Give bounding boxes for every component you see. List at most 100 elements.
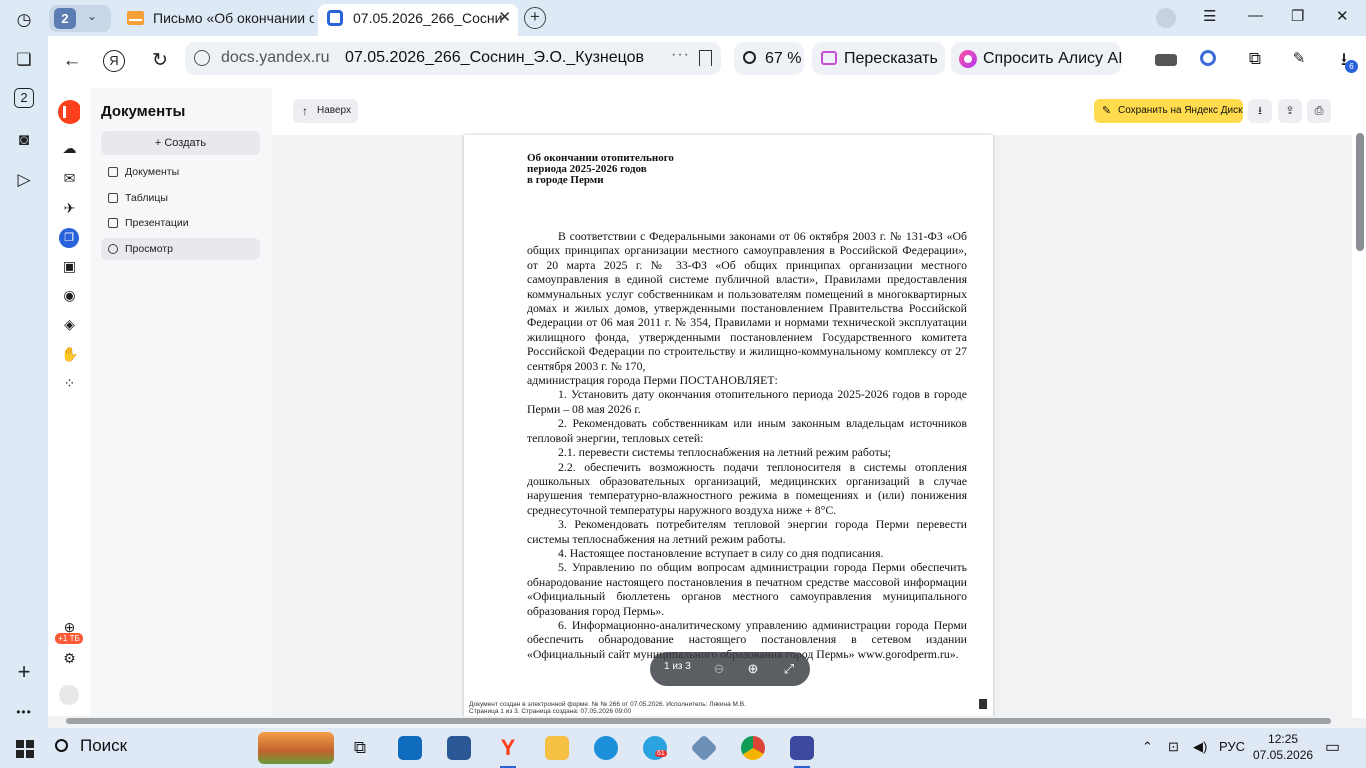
ask-alice-button[interactable]: Спросить Алису AI	[951, 42, 1123, 75]
notifications-icon[interactable]: ▭	[1325, 737, 1340, 757]
date: 07.05.2026	[1253, 748, 1314, 762]
zoom-level: 67 %	[765, 50, 802, 67]
forms-icon[interactable]: ◈	[61, 316, 78, 333]
download-status-icon[interactable]: ✎	[1288, 48, 1310, 70]
sidebar-item-presentations[interactable]: Презентации	[101, 212, 260, 234]
settings-icon[interactable]: ⚙	[61, 650, 78, 667]
yandex-icon[interactable]: Я	[103, 50, 125, 72]
task-view-icon[interactable]: ⧉	[348, 736, 372, 760]
yandex-360-icon[interactable]	[58, 100, 83, 124]
volume-icon[interactable]: ◀)	[1193, 739, 1207, 755]
fullscreen-icon[interactable]: ⤢	[778, 658, 800, 680]
widget-image[interactable]	[258, 732, 334, 764]
chrome-icon[interactable]	[741, 736, 765, 760]
paragraph: 2. Рекомендовать собственникам или иным …	[527, 416, 967, 445]
history-icon[interactable]: ◷	[12, 8, 36, 32]
telegram-icon[interactable]: 61	[643, 736, 667, 760]
more-icon[interactable]: •••	[12, 700, 36, 724]
telemost-icon[interactable]: ◉	[61, 287, 78, 304]
horizontal-scrollbar[interactable]	[48, 716, 1352, 728]
cloud-icon[interactable]: ☁	[61, 140, 78, 157]
extension-icon[interactable]	[1200, 50, 1216, 66]
up-button[interactable]: Наверх	[293, 99, 358, 123]
language-indicator[interactable]: РУС	[1219, 739, 1245, 754]
restore-icon[interactable]: ❐	[1291, 7, 1304, 25]
collections-icon[interactable]: ❏	[12, 48, 36, 72]
mail-icon	[127, 11, 144, 25]
word-icon[interactable]	[447, 736, 471, 760]
sidebar-title: Документы	[101, 103, 186, 120]
sidebar-item-view[interactable]: Просмотр	[101, 238, 260, 260]
tab-group-button[interactable]: 2 ⌄	[49, 5, 111, 32]
url-field[interactable]: docs.yandex.ru 07.05.2026_266_Соснин_Э.О…	[185, 42, 721, 75]
paragraph: 5. Управлению по общим вопросам админист…	[527, 560, 967, 618]
download-icon[interactable]: ⭳	[1248, 99, 1272, 123]
scroll-thumb[interactable]	[66, 718, 1331, 724]
sidebar-item-tables[interactable]: Таблицы	[101, 187, 260, 209]
zoom-icon	[743, 51, 756, 64]
downloads-icon[interactable]: ⭳ 6	[1333, 48, 1358, 73]
hand-icon[interactable]: ✋	[61, 346, 78, 363]
reload-icon[interactable]: ↻	[147, 48, 173, 74]
tab-document[interactable]: 07.05.2026_266_Сосни ✕	[318, 4, 518, 36]
more-icon[interactable]: ···	[671, 46, 690, 64]
edge-icon[interactable]	[594, 736, 618, 760]
chevron-up-icon[interactable]: ⌃	[1142, 739, 1153, 755]
page-indicator: 1 из 3	[664, 661, 691, 672]
search-label: Поиск	[80, 736, 128, 755]
menu-icon[interactable]: ☰	[1203, 7, 1216, 25]
retell-button[interactable]: Пересказать	[812, 42, 945, 75]
url-domain: docs.yandex.ru	[221, 49, 330, 66]
add-panel-icon[interactable]: +	[12, 660, 36, 684]
avatar[interactable]	[59, 685, 79, 705]
retell-icon	[821, 51, 837, 65]
app-icon[interactable]	[790, 736, 814, 768]
notes-icon[interactable]: ▣	[61, 258, 78, 275]
video-icon[interactable]: ▷	[12, 168, 36, 192]
stamp-icon	[979, 699, 987, 709]
outlook-icon[interactable]	[398, 736, 422, 760]
tab-groups-icon[interactable]: 2	[14, 88, 34, 108]
browser-tab-bar: 2 ⌄ Письмо «Об окончании о 07.05.2026_26…	[0, 0, 1366, 36]
extension-icon[interactable]	[1155, 54, 1177, 66]
scroll-thumb[interactable]	[1356, 133, 1364, 251]
paragraph: администрация города Перми ПОСТАНОВЛЯЕТ:	[527, 373, 778, 388]
url-page-title: 07.05.2026_266_Соснин_Э.О._Кузнецов...	[345, 49, 645, 66]
mail-icon[interactable]: ✉	[61, 170, 78, 187]
save-to-disk-button[interactable]: Сохранить на Яндекс Диск	[1094, 99, 1243, 123]
taskbar-search[interactable]: Поиск	[55, 736, 127, 756]
start-button[interactable]	[16, 740, 34, 758]
yandex-browser-icon[interactable]: Y	[496, 736, 520, 768]
print-icon[interactable]: ⎙	[1307, 99, 1331, 123]
back-button[interactable]: ←	[59, 48, 85, 74]
extensions-icon[interactable]: ⧉	[1244, 48, 1266, 70]
sidebar-item-label: Таблицы	[125, 192, 168, 204]
docs-icon[interactable]: ❐	[59, 228, 79, 248]
sidebar-item-documents[interactable]: Документы	[101, 161, 260, 183]
share-icon[interactable]: ⇪	[1278, 99, 1302, 123]
app-icon[interactable]	[690, 734, 718, 762]
vertical-scrollbar[interactable]	[1352, 88, 1366, 718]
paragraph: 2.2. обеспечить возможность подачи тепло…	[527, 459, 967, 517]
zoom-button[interactable]: 67 %	[734, 42, 804, 75]
profile-avatar[interactable]	[1156, 8, 1176, 28]
document-viewer[interactable]: Наверх Сохранить на Яндекс Диск ⭳ ⇪ ⎙ Об…	[272, 88, 1366, 728]
create-button[interactable]: + Создать	[101, 131, 260, 155]
zoom-in-icon[interactable]: ⊕	[742, 658, 764, 680]
messenger-icon[interactable]: ✈	[61, 200, 78, 217]
clock[interactable]: 12:25 07.05.2026	[1253, 731, 1313, 763]
new-tab-button[interactable]: +	[524, 7, 546, 29]
site-info-icon[interactable]	[194, 50, 210, 66]
close-window-icon[interactable]: ✕	[1336, 7, 1349, 25]
tab-mail[interactable]: Письмо «Об окончании о	[118, 4, 314, 36]
close-tab-icon[interactable]: ✕	[498, 4, 511, 32]
tab-title: 07.05.2026_266_Сосни	[353, 10, 503, 26]
all-services-icon[interactable]: ⁘	[61, 375, 78, 392]
file-explorer-icon[interactable]	[545, 736, 569, 760]
zoom-out-icon[interactable]: ⊖	[708, 658, 730, 680]
chevron-down-icon[interactable]: ⌄	[87, 9, 97, 23]
minimize-icon[interactable]: —	[1248, 7, 1263, 24]
network-icon[interactable]: ⊡	[1168, 739, 1179, 755]
bookmark-icon[interactable]	[699, 50, 712, 66]
screenshot-icon[interactable]: ◙	[12, 128, 36, 152]
